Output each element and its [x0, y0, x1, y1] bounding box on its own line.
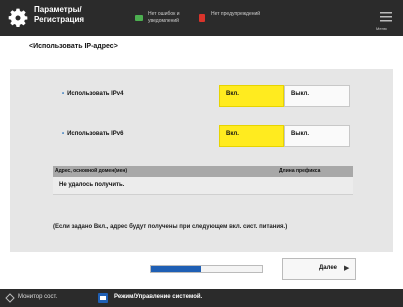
bottom-bar: Монитор сост. Режим/Управление системой.: [0, 289, 403, 307]
breadcrumb: <Использовать IP-адрес>: [29, 43, 118, 50]
top-bar: Параметры/ Регистрация Нет ошибок и увед…: [0, 0, 403, 36]
status-monitor-icon[interactable]: [5, 293, 15, 303]
menu-icon[interactable]: [378, 9, 394, 25]
next-button[interactable]: Далее ▶: [282, 258, 356, 280]
warning-icon: [199, 14, 205, 22]
table-row: Не удалось получить.: [53, 177, 353, 195]
address-value: Не удалось получить.: [59, 182, 125, 188]
info-note: (Если задано Вкл., адрес будут получены …: [53, 224, 288, 230]
next-arrow-icon: ▶: [344, 265, 350, 272]
bullet-icon: •: [62, 131, 65, 137]
step-progress-bar: [150, 265, 263, 273]
ipv4-off-button[interactable]: Выкл.: [284, 85, 350, 107]
ipv4-on-button[interactable]: Вкл.: [219, 85, 284, 107]
column-header-address: Адрес, основной домен(мен): [55, 168, 128, 174]
bullet-icon: •: [62, 91, 65, 97]
ipv6-on-button[interactable]: Вкл.: [219, 125, 284, 147]
status-monitor-label[interactable]: Монитор сост.: [18, 294, 57, 300]
address-table-header: Адрес, основной домен(мен) Длина префикс…: [53, 166, 353, 177]
status-item-warning: Нет предупреждений: [197, 11, 277, 25]
system-management-icon: [98, 293, 108, 303]
screen-title: Параметры/ Регистрация: [34, 5, 85, 24]
ipv6-row-label: • Использовать IPv6: [62, 131, 124, 137]
menu-label: Меню: [376, 26, 387, 31]
progress-fill: [151, 266, 201, 272]
column-header-prefix: Длина префикса: [279, 168, 321, 174]
system-management-label: Режим/Управление системой.: [114, 294, 203, 300]
settings-gear-icon: [8, 8, 28, 27]
toner-ok-icon: [135, 15, 143, 21]
ipv4-row-label: • Использовать IPv4: [62, 91, 124, 97]
ipv6-off-button[interactable]: Выкл.: [284, 125, 350, 147]
